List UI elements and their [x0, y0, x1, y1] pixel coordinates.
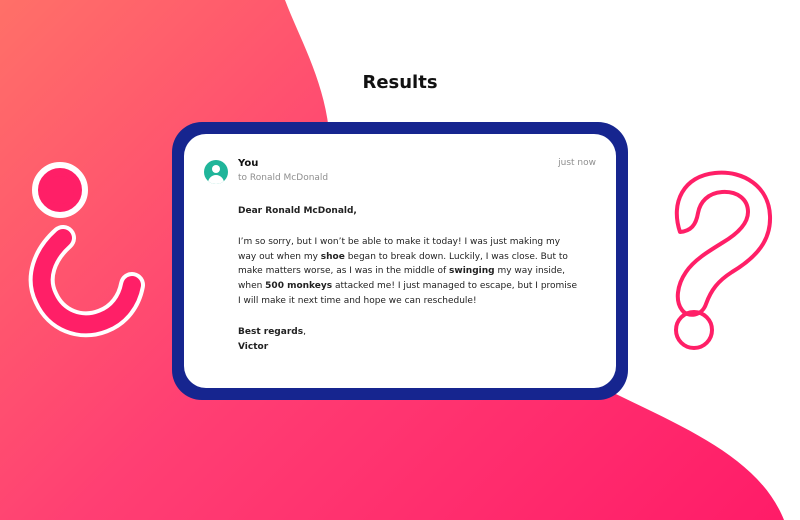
- signoff-suffix: ,: [303, 326, 306, 337]
- recipient-line: to Ronald McDonald: [238, 173, 329, 183]
- timestamp: just now: [558, 158, 596, 168]
- highlight-monkeys: 500 monkeys: [265, 281, 333, 292]
- avatar: [204, 160, 228, 184]
- avatar-body: [208, 175, 224, 184]
- greeting: Dear Ronald McDonald,: [238, 206, 357, 216]
- email-card: You to Ronald McDonald just now Dear Ron…: [172, 122, 628, 400]
- highlight-shoe: shoe: [320, 251, 345, 262]
- signature: Victor: [238, 341, 269, 352]
- sender-name: You: [238, 158, 259, 169]
- avatar-head: [212, 165, 220, 173]
- signoff-block: Best regards, Victor: [238, 325, 580, 355]
- message-body: Dear Ronald McDonald, I’m so sorry, but …: [238, 204, 580, 354]
- email-card-content: You to Ronald McDonald just now Dear Ron…: [184, 134, 616, 388]
- inverted-question-icon: [28, 162, 145, 338]
- message-paragraph: I’m so sorry, but I won’t be able to mak…: [238, 235, 580, 309]
- signoff-line: Best regards,: [238, 325, 580, 340]
- page-title: Results: [362, 72, 438, 93]
- signoff-bold: Best regards: [238, 326, 304, 337]
- highlight-swinging: swinging: [449, 266, 495, 277]
- question-icon: [674, 170, 773, 350]
